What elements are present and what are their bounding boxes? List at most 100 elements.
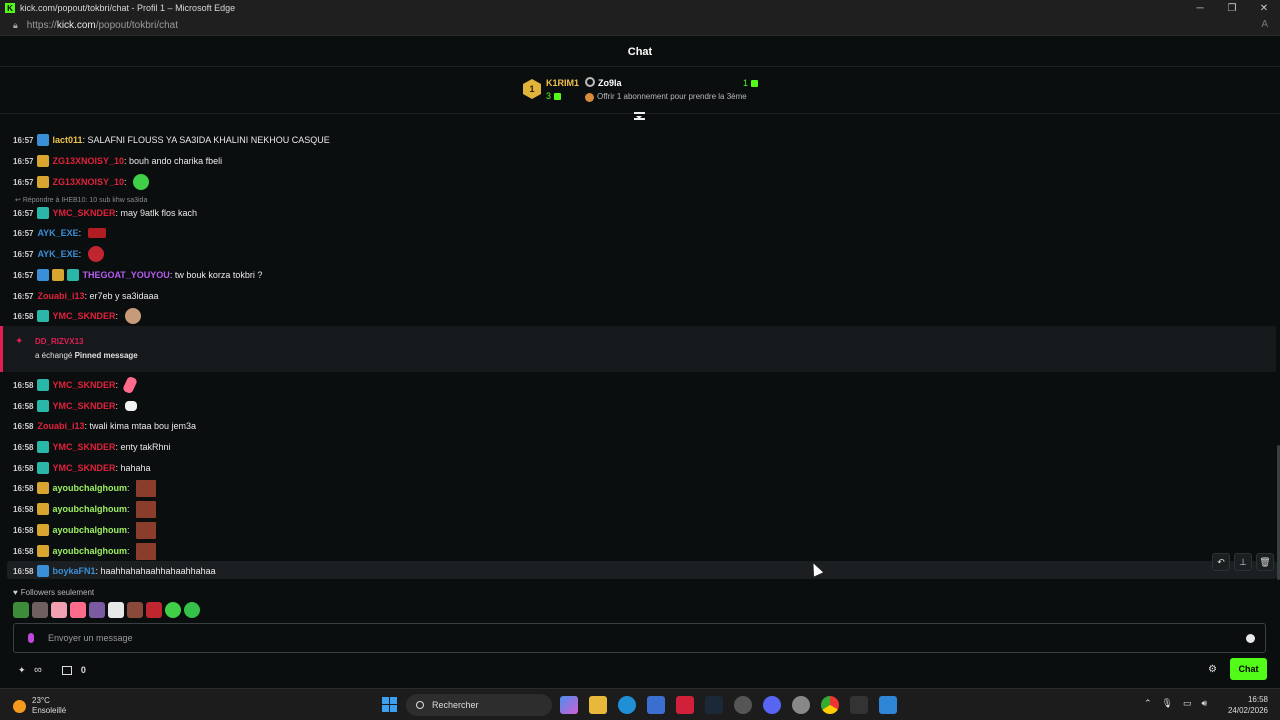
message-username[interactable]: Zouabi_i13 (37, 291, 84, 301)
emote-icon[interactable] (108, 602, 124, 618)
message-input[interactable] (48, 633, 1198, 643)
settings-gear-icon[interactable]: ⚙ (1208, 664, 1217, 675)
subscriber-badge-icon (37, 310, 50, 322)
microphone-icon[interactable] (28, 633, 34, 643)
emote-icon[interactable] (32, 602, 48, 618)
chat-message: 16:57 THEGOAT_YOUYOU: tw bouk korza tokbr… (13, 266, 262, 284)
file-explorer-icon[interactable] (589, 696, 607, 714)
emoji-picker-icon[interactable] (1246, 634, 1255, 643)
message-username[interactable]: THEGOAT_YOUYOU (82, 270, 169, 280)
message-input-box[interactable] (13, 623, 1266, 653)
volume-icon[interactable]: 🔊︎ (1202, 698, 1208, 709)
sync-app-icon[interactable] (734, 696, 752, 714)
message-username[interactable]: ayoubchalghoum (52, 483, 127, 493)
settings-app-icon[interactable] (792, 696, 810, 714)
message-username[interactable]: boykaFN1 (52, 566, 95, 576)
emote-icon (87, 228, 106, 238)
emote-icon (133, 174, 150, 190)
message-username[interactable]: ZG13XNOISY_10 (52, 177, 124, 187)
pin-icon[interactable]: ⊥ (1234, 553, 1252, 571)
chat-footer-left: ✦ ∞ 0 (18, 664, 86, 676)
leaderboard-second-name[interactable]: Zo9la (598, 78, 622, 88)
infinity-icon: ∞ (34, 664, 42, 676)
message-username[interactable]: ZG13XNOISY_10 (52, 156, 124, 166)
emote-icon (87, 246, 104, 262)
game-app-icon[interactable] (850, 696, 868, 714)
edge-icon[interactable] (618, 696, 636, 714)
microphone-tray-icon[interactable]: 🎙︎ (1162, 698, 1173, 709)
message-username[interactable]: ayoubchalghoum (52, 546, 127, 556)
minimize-button[interactable]: ─ (1184, 0, 1216, 16)
emote-icon[interactable] (70, 602, 86, 618)
delete-icon[interactable]: 🗑︎ (1256, 553, 1274, 571)
subscriber-badge-icon (67, 269, 80, 281)
message-username[interactable]: YMC_SKNDER (52, 380, 115, 390)
taskbar-clock[interactable]: 16:58 24/02/2026 (1226, 694, 1268, 716)
message-timestamp: 16:58 (13, 421, 34, 431)
read-aloud-icon[interactable]: A (1261, 19, 1268, 30)
chat-message: 16:58 YMC_SKNDER: (13, 397, 137, 415)
weather-temperature: 23°C (32, 696, 50, 705)
chat-message: 16:57 ZG13XNOISY_10: bouh ando charika fb… (13, 152, 222, 170)
message-username[interactable]: YMC_SKNDER (52, 311, 115, 321)
message-username[interactable]: YMC_SKNDER (52, 401, 115, 411)
chat-header: Chat (0, 37, 1280, 67)
reply-context[interactable]: ↩ Répondre à IHEB10: 10 sub khw sa3ida (15, 196, 147, 204)
message-username[interactable]: YMC_SKNDER (52, 463, 115, 473)
offer-subscription-text[interactable]: Offrir 1 abonnement pour prendre la 3ème (597, 92, 747, 101)
weather-widget[interactable]: 23°C Ensoleillé (13, 696, 66, 716)
message-username[interactable]: AYK_EXE (37, 228, 78, 238)
copilot-icon[interactable] (560, 696, 578, 714)
lock-icon[interactable]: 🔒︎ (13, 20, 18, 31)
leaderboard-first-name[interactable]: K1RIM1 (546, 78, 579, 88)
windows-taskbar: 23°C Ensoleillé Rechercher ⌃ 🎙︎ ▭ 🔊︎ 16:… (0, 688, 1280, 720)
message-username[interactable]: lact011 (52, 135, 82, 145)
chevron-up-icon[interactable]: ⌃ (1144, 698, 1152, 709)
discord-icon[interactable] (763, 696, 781, 714)
emote-icon[interactable] (51, 602, 67, 618)
restore-button[interactable]: ❐ (1216, 0, 1248, 16)
window-title: kick.com/popout/tokbri/chat - Profil 1 –… (20, 3, 236, 13)
first-place-medal-icon: 1 (523, 79, 541, 99)
chat-title: Chat (627, 45, 653, 58)
photos-app-icon[interactable] (879, 696, 897, 714)
emote-icon[interactable] (127, 602, 143, 618)
emote-icon[interactable] (89, 602, 105, 618)
chat-message: 16:58 YMC_SKNDER: enty takRhni (13, 438, 171, 456)
reply-icon[interactable]: ↶ (1212, 553, 1230, 571)
message-timestamp: 16:58 (13, 525, 34, 535)
taskbar-search[interactable]: Rechercher (406, 694, 552, 716)
adobe-app-icon[interactable] (676, 696, 694, 714)
store-app-icon[interactable] (647, 696, 665, 714)
message-username[interactable]: YMC_SKNDER (52, 208, 115, 218)
kick-points-icon: ✦ (15, 336, 24, 347)
message-text: : may 9atlk flos kach (115, 208, 198, 218)
close-button[interactable]: ✕ (1248, 0, 1280, 16)
chat-message: 16:58 YMC_SKNDER: hahaha (13, 459, 151, 477)
message-username[interactable]: YMC_SKNDER (52, 442, 115, 452)
message-username[interactable]: ayoubchalghoum (52, 525, 127, 535)
chrome-icon[interactable] (821, 696, 839, 714)
emote-icon[interactable] (184, 602, 200, 618)
steam-icon[interactable] (705, 696, 723, 714)
message-username[interactable]: ayoubchalghoum (52, 504, 127, 514)
emote-icon[interactable] (146, 602, 162, 618)
address-bar[interactable]: 🔒︎ https://kick.com/popout/tokbri/chat A (0, 16, 1280, 36)
system-tray: ⌃ 🎙︎ ▭ 🔊︎ (1144, 698, 1207, 709)
emote-icon[interactable] (165, 602, 181, 618)
store-icon[interactable] (61, 665, 72, 675)
message-username[interactable]: Zouabi_i13 (37, 421, 84, 431)
message-timestamp: 16:57 (13, 270, 34, 280)
message-timestamp: 16:58 (13, 483, 34, 493)
url-text[interactable]: https://kick.com/popout/tokbri/chat (27, 20, 178, 31)
message-actions: ↶ ⊥ 🗑︎ (1212, 553, 1274, 571)
window-controls: ─ ❐ ✕ (1184, 0, 1280, 16)
chat-message: 16:58 boykaFN1: haahhahahaahhahaahhahaa (13, 562, 216, 580)
message-username[interactable]: AYK_EXE (37, 249, 78, 259)
windows-start-icon[interactable] (382, 697, 397, 712)
send-chat-button[interactable]: Chat (1230, 658, 1267, 680)
network-icon[interactable]: ▭ (1183, 698, 1192, 709)
kick-points-icon[interactable]: ✦ (18, 665, 28, 675)
emote-icon[interactable] (13, 602, 29, 618)
pinned-user[interactable]: DD_RIZVX13 (35, 337, 83, 346)
